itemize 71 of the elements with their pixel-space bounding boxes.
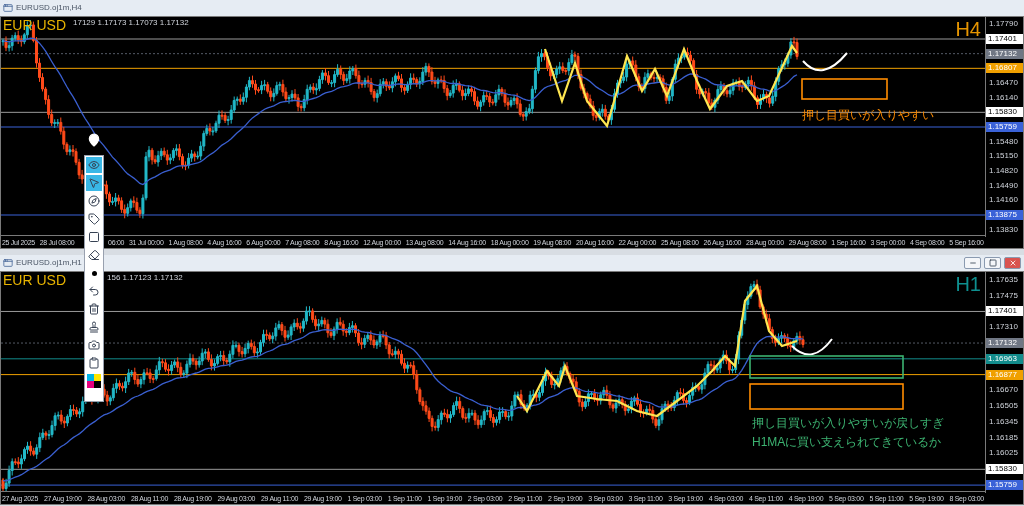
price-axis-label: 1.17635 [988,275,1018,284]
trash-icon [88,303,100,315]
price-axis-label: 1.17475 [988,291,1018,300]
symbol-label: EUR USD [3,273,66,287]
eraser-tool[interactable] [86,247,102,263]
price-axis-label: 1.17310 [988,323,1018,332]
eye-tool[interactable] [86,157,102,173]
compass-tool[interactable] [86,193,102,209]
price-marker: 1.16807 [986,63,1023,74]
color-palette-tool[interactable] [86,373,102,389]
stamp-tool[interactable] [86,319,102,335]
window-title: EURUSD.oj1m,H4 [16,4,82,12]
eraser-icon [88,249,100,261]
close-icon [1008,259,1017,267]
price-axis-label: 1.17790 [988,20,1018,29]
camera-icon [88,339,100,351]
price-axis-label: 1.16470 [988,79,1018,87]
price-axis-label: 1.13830 [988,225,1018,234]
timeframe-label: H4 [955,19,981,39]
pin-icon [87,133,101,147]
annotation-text: H1MAに買い支えられてきているか [752,434,943,451]
price-axis-label: 1.15480 [988,137,1018,146]
price-axis-label: 1.16345 [988,417,1018,426]
price-axis-label: 1.16670 [988,386,1018,395]
stamp-icon [88,321,100,333]
price-marker: 1.15830 [986,107,1023,118]
tag-icon [88,213,100,225]
compass-icon [88,195,100,207]
clipboard-tool[interactable] [86,355,102,371]
price-axis-label: 1.16185 [988,433,1018,442]
square-tool[interactable] [86,229,102,245]
minimize-button[interactable] [964,257,981,269]
trash-tool[interactable] [86,301,102,317]
price-marker: 1.17132 [986,48,1023,59]
price-marker: 1.16963 [986,353,1023,364]
close-button[interactable] [1004,257,1021,269]
price-axis-label: 1.16505 [988,402,1018,411]
price-marker: 1.13875 [986,210,1023,221]
window-icon [3,258,13,268]
price-marker: 1.16877 [986,369,1023,380]
cursor-icon [88,177,100,189]
annotation-text: 押し目買いが入りやすいが戻しすぎ [752,415,944,432]
maximize-button[interactable] [984,257,1001,269]
window-icon [3,3,13,13]
price-marker: 1.17401 [986,306,1023,317]
price-marker: 1.17401 [986,34,1023,44]
color-palette-icon [87,374,101,388]
price-axis-label: 1.14160 [988,196,1018,205]
price-axis-label: 1.14820 [988,167,1018,176]
price-axis-label: 1.16025 [988,449,1018,458]
price-marker: 1.15830 [986,464,1023,475]
pin-tool[interactable] [86,131,102,149]
cursor-tool[interactable] [86,175,102,191]
square-icon [88,231,100,243]
maximize-icon [988,259,997,267]
price-axis-label: 1.16140 [988,93,1018,102]
clipboard-icon [88,357,100,369]
camera-tool[interactable] [86,337,102,353]
ohlc-values: 17129 1.17173 1.17073 1.17132 [73,19,189,27]
price-marker: 1.15759 [986,480,1023,491]
undo-icon [88,285,100,297]
minimize-icon [968,259,977,267]
annotation-text: 押し目買いが入りやすい [802,107,934,124]
ohlc-values: 156 1.17123 1.17132 [107,274,183,282]
price-axis-label: 1.15150 [988,152,1018,161]
price-marker: 1.15759 [986,122,1023,133]
window-title: EURUSD.oj1m,H1 [16,259,82,267]
price-marker: 1.17132 [986,338,1023,348]
price-axis-label: 1.14490 [988,181,1018,190]
timeframe-label: H1 [955,274,981,294]
eye-icon [88,159,100,171]
